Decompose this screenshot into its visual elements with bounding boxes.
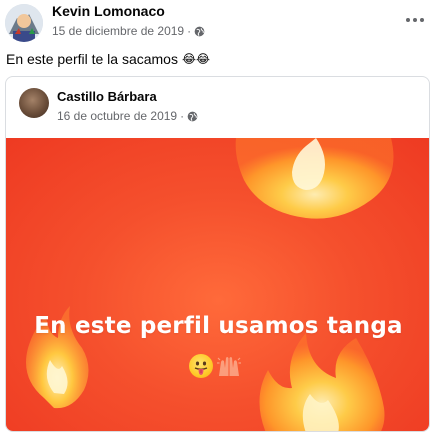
post-meta: 15 de diciembre de 2019 ·	[52, 24, 205, 38]
banner-emojis	[189, 354, 242, 378]
post-caption: En este perfil te la sacamos 😂😂	[6, 51, 210, 67]
more-horizontal-icon	[420, 18, 424, 22]
meta-separator: ·	[187, 24, 192, 38]
shared-author-avatar[interactable]	[19, 88, 49, 118]
globe-icon	[187, 111, 198, 121]
more-options-button[interactable]	[403, 10, 427, 30]
caption-emojis: 😂😂	[181, 52, 211, 66]
fire-icon	[26, 138, 394, 431]
text-post-banner[interactable]: En este perfil usamos tanga	[6, 138, 429, 431]
more-horizontal-icon	[406, 18, 410, 22]
raised-hands-emoji-icon	[217, 357, 241, 376]
author-name[interactable]: Kevin Lomonaco	[52, 3, 165, 19]
tongue-face-emoji-icon	[189, 354, 213, 378]
more-horizontal-icon	[413, 18, 417, 22]
shared-post-card[interactable]: Castillo Bárbara 16 de octubre de 2019 ·	[5, 76, 430, 432]
post-header: Kevin Lomonaco 15 de diciembre de 2019 ·	[0, 0, 439, 44]
shared-post-date[interactable]: 16 de octubre de 2019	[57, 109, 177, 123]
shared-post-meta: 16 de octubre de 2019 ·	[57, 109, 198, 123]
author-avatar[interactable]	[5, 4, 43, 42]
facebook-post: Kevin Lomonaco 15 de diciembre de 2019 ·…	[0, 0, 439, 437]
meta-separator: ·	[180, 109, 185, 123]
banner-text: En este perfil usamos tanga	[34, 313, 403, 339]
globe-icon	[194, 26, 205, 36]
caption-text: En este perfil te la sacamos	[6, 51, 178, 67]
shared-author-name[interactable]: Castillo Bárbara	[57, 89, 157, 104]
post-date[interactable]: 15 de diciembre de 2019	[52, 24, 184, 38]
